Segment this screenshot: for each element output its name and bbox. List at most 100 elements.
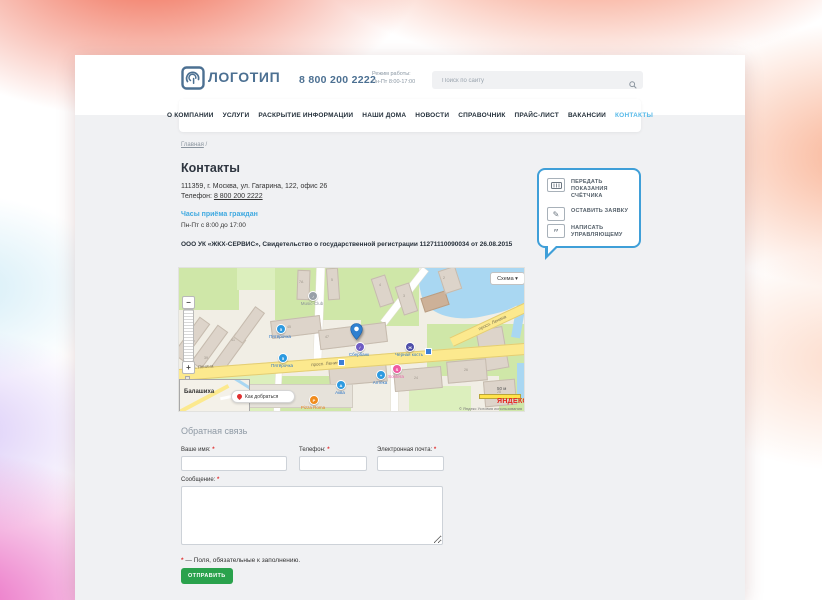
red-pin-icon	[236, 393, 243, 400]
zoom-slider[interactable]	[183, 309, 194, 362]
terms-of-use-link[interactable]: Условия использования	[478, 406, 522, 411]
search-icon[interactable]	[629, 76, 637, 94]
nav-item-pricelist[interactable]: ПРАЙС-ЛИСТ	[515, 112, 559, 119]
work-hours: Режим работы: Пн-Пт 8:00-17:00	[372, 70, 415, 86]
required-fields-note: * — Поля, обязательные к заполнению.	[181, 557, 300, 564]
nav-item-services[interactable]: УСЛУГИ	[223, 112, 250, 119]
poi-marker-icon[interactable]: ♪	[308, 291, 318, 301]
poi-marker-icon[interactable]: Ж	[405, 342, 415, 352]
directions-label: Как добраться	[245, 394, 278, 400]
work-hours-value: Пн-Пт 8:00-17:00	[372, 78, 415, 86]
quick-action-label: ОСТАВИТЬ ЗАЯВКУ	[571, 207, 631, 215]
building-number: 41	[231, 338, 235, 342]
quick-action-label: ПЕРЕДАТЬ ПОКАЗАНИЯ СЧЁТЧИКА	[571, 178, 631, 200]
building-number: 4	[379, 283, 381, 287]
quick-action-write-manager[interactable]: ” НАПИСАТЬ УПРАВЛЯЮЩЕМУ	[547, 224, 631, 239]
poi-marker-icon[interactable]: 5	[276, 324, 286, 334]
quick-action-leave-request[interactable]: ✎ ОСТАВИТЬ ЗАЯВКУ	[547, 207, 631, 221]
map-attribution: © Яндекс Условия использования	[459, 406, 522, 411]
road-label: просп. Ленина	[311, 360, 341, 367]
poi-label: Сбербанк	[334, 352, 384, 357]
feedback-title: Обратная связь	[181, 426, 247, 436]
map-copyright: © Яндекс	[459, 406, 477, 411]
nav-item-about[interactable]: О КОМПАНИИ	[167, 112, 214, 119]
map-water	[517, 363, 524, 398]
required-mark: *	[181, 557, 184, 564]
yandex-logo[interactable]: ЯНДЕКС	[497, 398, 525, 405]
nav-item-vacancies[interactable]: ВАКАНСИИ	[568, 112, 606, 119]
map-mode-button[interactable]: Схема ▾	[490, 272, 525, 285]
page-title: Контакты	[181, 161, 240, 175]
site-search	[432, 71, 643, 89]
building-number: 7А	[299, 280, 303, 284]
label-text: Ваше имя:	[181, 447, 211, 453]
directions-button[interactable]: Как добраться	[231, 390, 295, 403]
minimap-city-label: Балашиха	[184, 389, 214, 395]
reception-hours-title: Часы приёма граждан	[181, 211, 258, 218]
message-field-label: Сообщение: *	[181, 477, 219, 483]
email-field-label: Электронная почта: *	[377, 447, 436, 453]
nav-item-disclosure[interactable]: РАСКРЫТИЕ ИНФОРМАЦИИ	[258, 112, 353, 119]
contact-phone-link[interactable]: 8 800 200 2222	[214, 193, 263, 200]
building-number: 39	[204, 356, 208, 360]
zoom-out-button[interactable]: −	[182, 296, 195, 309]
pen-icon: ✎	[547, 207, 565, 221]
transit-stop-marker[interactable]	[338, 359, 345, 366]
building-number: 47	[325, 335, 329, 339]
zoom-in-button[interactable]: +	[182, 361, 195, 374]
yandex-map[interactable]: 37 39 41 45 47 7А 5 4 3 2 24 26 28 просп…	[178, 267, 525, 412]
map-building	[326, 268, 340, 301]
location-pin[interactable]	[350, 323, 363, 345]
poi-marker-icon[interactable]: P	[309, 395, 319, 405]
poi-label: Music-Club	[287, 301, 337, 306]
poi-label: Sontera	[371, 374, 421, 379]
nav-item-houses[interactable]: НАШИ ДОМА	[362, 112, 406, 119]
logo-icon[interactable]	[181, 66, 205, 90]
contact-address-block: 111359, г. Москва, ул. Гагарина, 122, оф…	[181, 182, 327, 202]
building-number: 45	[287, 325, 291, 329]
meter-icon	[547, 178, 565, 192]
search-input[interactable]	[440, 71, 624, 91]
email-field[interactable]	[377, 456, 444, 471]
poi-label: Pizza Roma	[288, 405, 338, 410]
phone-field-label: Телефон: *	[299, 447, 330, 453]
work-hours-label: Режим работы:	[372, 70, 415, 78]
map-scale-label: 50 м	[497, 386, 506, 391]
building-number: 5	[331, 278, 333, 282]
nav-item-news[interactable]: НОВОСТИ	[415, 112, 449, 119]
building-number: 3	[403, 294, 405, 298]
quick-action-label: НАПИСАТЬ УПРАВЛЯЮЩЕМУ	[571, 224, 631, 239]
required-mark: *	[212, 447, 214, 453]
poi-label: Пятёрочка	[257, 363, 307, 368]
poi-label: Черная кость	[384, 352, 434, 357]
contact-address: 111359, г. Москва, ул. Гагарина, 122, оф…	[181, 182, 327, 192]
quick-action-send-readings[interactable]: ПЕРЕДАТЬ ПОКАЗАНИЯ СЧЁТЧИКА	[547, 178, 631, 200]
poi-marker-icon[interactable]: A	[336, 380, 346, 390]
name-field[interactable]	[181, 456, 287, 471]
label-text: Телефон:	[299, 447, 326, 453]
building-number: 26	[464, 368, 468, 372]
page-background: ЛОГОТИП 8 800 200 2222 Режим работы: Пн-…	[0, 0, 822, 600]
company-registration-info: ООО УК «ЖКХ-СЕРВИС», Свидетельство о гос…	[181, 241, 512, 248]
contact-phone-line: Телефон: 8 800 200 2222	[181, 192, 327, 202]
reception-hours-value: Пн-Пт с 8:00 до 17:00	[181, 222, 246, 229]
label-text: Сообщение:	[181, 477, 215, 483]
phone-field[interactable]	[299, 456, 367, 471]
header-phone[interactable]: 8 800 200 2222	[299, 74, 376, 86]
logo-text[interactable]: ЛОГОТИП	[208, 69, 280, 85]
breadcrumb-home-link[interactable]: Главная	[181, 142, 204, 148]
message-textarea[interactable]	[181, 486, 443, 545]
poi-marker-icon[interactable]: S	[392, 364, 402, 374]
name-field-label: Ваше имя: *	[181, 447, 215, 453]
note-text: — Поля, обязательные к заполнению.	[185, 557, 300, 564]
label-text: Электронная почта:	[377, 447, 432, 453]
required-mark: *	[434, 447, 436, 453]
poi-marker-icon[interactable]: 5	[278, 353, 288, 363]
submit-button[interactable]: ОТПРАВИТЬ	[181, 568, 233, 584]
nav-item-contacts[interactable]: КОНТАКТЫ	[615, 112, 653, 119]
poi-label: Аптека	[355, 380, 405, 385]
map-green-area	[237, 268, 277, 290]
quote-icon: ”	[547, 224, 565, 238]
nav-item-directory[interactable]: СПРАВОЧНИК	[458, 112, 505, 119]
building-number: 2	[443, 276, 445, 280]
